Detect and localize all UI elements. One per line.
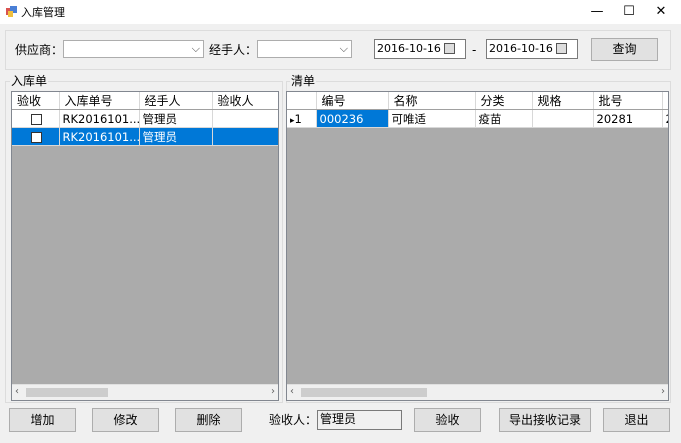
detail-header-row: 编号 名称 分类 规格 批号 bbox=[287, 92, 668, 110]
col-header-number[interactable]: 入库单号 bbox=[59, 92, 140, 110]
col-header-extra[interactable] bbox=[662, 92, 668, 110]
chevron-down-icon[interactable]: ⌵ bbox=[340, 42, 348, 56]
receiver-cell[interactable] bbox=[212, 127, 278, 146]
calendar-icon[interactable] bbox=[556, 43, 567, 54]
inbound-grid[interactable]: 验收 入库单号 经手人 验收人 RK2016101... 管理员 RK20161… bbox=[11, 91, 279, 401]
col-header-name[interactable]: 名称 bbox=[388, 92, 476, 110]
name-cell[interactable]: 可唯适 bbox=[388, 109, 476, 128]
receiver-cell[interactable] bbox=[212, 109, 278, 128]
window-title: 入库管理 bbox=[21, 6, 65, 19]
check-cell[interactable] bbox=[12, 109, 60, 128]
inbound-header-row: 验收 入库单号 经手人 验收人 bbox=[12, 92, 278, 110]
close-button[interactable]: ✕ bbox=[646, 0, 676, 24]
detail-group-title: 清单 bbox=[290, 74, 317, 88]
code-cell[interactable]: 000236 bbox=[316, 109, 389, 128]
row-header-cell[interactable]: ▸1 bbox=[287, 109, 317, 128]
inbound-hscrollbar[interactable]: ‹ › bbox=[12, 384, 278, 400]
col-header-handler[interactable]: 经手人 bbox=[139, 92, 213, 110]
col-header-spec[interactable]: 规格 bbox=[532, 92, 594, 110]
exit-button[interactable]: 退出 bbox=[603, 408, 670, 432]
row-header-corner bbox=[287, 92, 317, 110]
scroll-right-icon[interactable]: › bbox=[271, 386, 275, 397]
checkbox[interactable] bbox=[31, 113, 43, 125]
checkbox[interactable] bbox=[31, 131, 43, 143]
col-header-check[interactable]: 验收 bbox=[12, 92, 60, 110]
category-cell[interactable]: 疫苗 bbox=[475, 109, 533, 128]
scroll-left-icon[interactable]: ‹ bbox=[15, 386, 19, 397]
number-cell[interactable]: RK2016101... bbox=[59, 109, 140, 128]
maximize-button[interactable]: ☐ bbox=[614, 0, 644, 24]
date-from-value: 2016-10-16 bbox=[377, 42, 441, 55]
date-to-picker[interactable]: 2016-10-16 bbox=[486, 39, 578, 59]
query-button[interactable]: 查询 bbox=[591, 38, 658, 61]
handler-label: 经手人： bbox=[209, 43, 258, 57]
scroll-thumb[interactable] bbox=[26, 388, 108, 397]
handler-combo[interactable]: ⌵ bbox=[257, 40, 352, 58]
detail-grid[interactable]: 编号 名称 分类 规格 批号 ▸1 000236 可唯适 疫苗 20281 2 … bbox=[286, 91, 669, 401]
delete-button[interactable]: 删除 bbox=[175, 408, 242, 432]
date-to-value: 2016-10-16 bbox=[489, 42, 553, 55]
col-header-receiver[interactable]: 验收人 bbox=[212, 92, 278, 110]
supplier-combo[interactable]: ⌵ bbox=[63, 40, 204, 58]
add-button[interactable]: 增加 bbox=[9, 408, 76, 432]
row-number: 1 bbox=[294, 111, 302, 126]
extra-cell[interactable]: 2 bbox=[662, 109, 668, 128]
col-header-category[interactable]: 分类 bbox=[475, 92, 533, 110]
export-records-button[interactable]: 导出接收记录 bbox=[499, 408, 591, 432]
date-from-picker[interactable]: 2016-10-16 bbox=[374, 39, 466, 59]
check-cell[interactable] bbox=[12, 127, 60, 146]
table-row[interactable]: RK2016101... 管理员 bbox=[12, 109, 278, 128]
app-icon bbox=[6, 6, 17, 17]
col-header-code[interactable]: 编号 bbox=[316, 92, 389, 110]
scroll-right-icon[interactable]: › bbox=[661, 386, 665, 397]
table-row[interactable]: RK2016101... 管理员 bbox=[12, 127, 278, 146]
edit-button[interactable]: 修改 bbox=[92, 408, 159, 432]
receiver-label: 验收人： bbox=[269, 413, 318, 427]
supplier-label: 供应商： bbox=[15, 43, 64, 57]
handler-cell[interactable]: 管理员 bbox=[139, 109, 213, 128]
col-header-batch[interactable]: 批号 bbox=[593, 92, 663, 110]
spec-cell[interactable] bbox=[532, 109, 594, 128]
batch-cell[interactable]: 20281 bbox=[593, 109, 663, 128]
table-row[interactable]: ▸1 000236 可唯适 疫苗 20281 2 bbox=[287, 109, 668, 128]
scroll-left-icon[interactable]: ‹ bbox=[290, 386, 294, 397]
receiver-field[interactable]: 管理员 bbox=[317, 410, 402, 430]
title-bar bbox=[0, 0, 681, 24]
calendar-icon[interactable] bbox=[444, 43, 455, 54]
chevron-down-icon[interactable]: ⌵ bbox=[192, 42, 200, 56]
number-cell[interactable]: RK2016101... bbox=[59, 127, 140, 146]
minimize-button[interactable]: — bbox=[582, 0, 612, 24]
accept-button[interactable]: 验收 bbox=[414, 408, 481, 432]
date-separator: - bbox=[472, 43, 477, 57]
scroll-thumb[interactable] bbox=[301, 388, 427, 397]
detail-hscrollbar[interactable]: ‹ › bbox=[287, 384, 668, 400]
handler-cell[interactable]: 管理员 bbox=[139, 127, 213, 146]
inbound-group-title: 入库单 bbox=[10, 74, 49, 88]
